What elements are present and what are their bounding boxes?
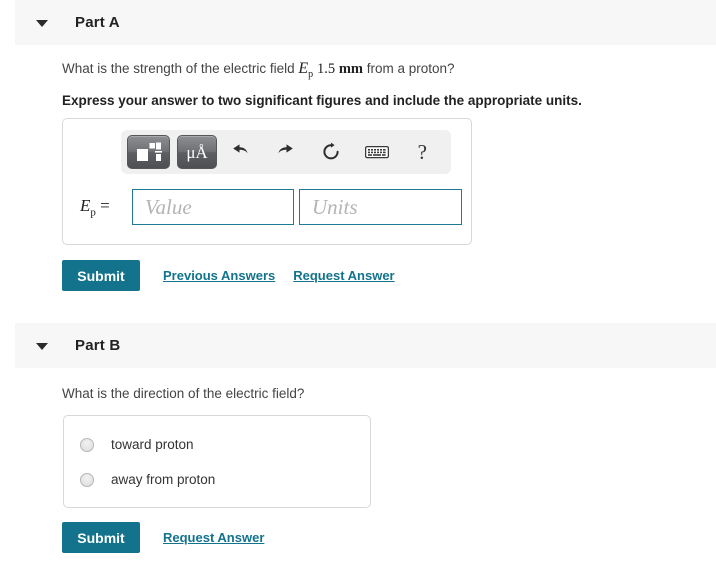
- part-a-header[interactable]: Part A: [15, 0, 716, 45]
- radio-option-label: away from proton: [111, 472, 216, 487]
- part-b-options-box: toward proton away from proton: [63, 415, 371, 508]
- part-a-instruction: Express your answer to two significant f…: [62, 93, 582, 108]
- caret-down-icon[interactable]: [36, 343, 48, 350]
- undo-button[interactable]: [224, 135, 257, 169]
- answer-label-subscript: p: [90, 206, 96, 219]
- math-template-button[interactable]: [127, 135, 171, 169]
- part-b-question: What is the direction of the electric fi…: [62, 386, 305, 401]
- part-a-answer-box: μÅ ? Ep = Value Units: [62, 118, 472, 245]
- answer-label-letter: E: [80, 195, 91, 215]
- part-b-actions: Submit Request Answer: [62, 522, 264, 553]
- part-b-submit-button[interactable]: Submit: [62, 522, 140, 553]
- part-a-submit-button[interactable]: Submit: [62, 260, 140, 291]
- question-distance: 1.5: [316, 61, 336, 77]
- answer-label-equals: =: [100, 195, 110, 215]
- answer-equation-row: Ep = Value Units: [80, 189, 462, 225]
- reset-button[interactable]: [315, 135, 348, 169]
- value-input[interactable]: Value: [132, 189, 294, 225]
- keyboard-icon: [364, 145, 389, 159]
- part-a-title: Part A: [75, 14, 120, 31]
- part-a-question: What is the strength of the electric fie…: [62, 60, 455, 84]
- radio-option-toward-proton[interactable]: toward proton: [80, 437, 194, 452]
- help-button[interactable]: ?: [406, 135, 439, 169]
- part-b-title: Part B: [75, 337, 121, 354]
- math-editor-toolbar: μÅ ?: [121, 130, 451, 174]
- mu-angstrom-icon: μÅ: [186, 142, 208, 162]
- problem-page: Part A What is the strength of the elect…: [0, 0, 716, 578]
- question-suffix: from a proton?: [366, 61, 455, 76]
- radio-option-label: toward proton: [111, 437, 194, 452]
- radio-circle-icon[interactable]: [80, 472, 94, 487]
- field-symbol-letter: E: [298, 60, 309, 77]
- part-b-request-answer-link[interactable]: Request Answer: [163, 530, 264, 545]
- field-symbol: Ep: [298, 60, 314, 81]
- redo-button[interactable]: [269, 135, 302, 169]
- part-a-actions: Submit Previous Answers Request Answer: [62, 260, 395, 291]
- units-input[interactable]: Units: [299, 189, 462, 225]
- field-symbol-subscript: p: [308, 69, 314, 81]
- reset-icon: [323, 142, 339, 160]
- undo-icon: [233, 144, 249, 154]
- redo-icon: [278, 144, 293, 154]
- caret-down-icon[interactable]: [36, 20, 48, 27]
- part-a-previous-answers-link[interactable]: Previous Answers: [163, 268, 275, 283]
- answer-equation-label: Ep =: [80, 196, 132, 218]
- part-b-header[interactable]: Part B: [15, 323, 716, 368]
- radio-option-away-from-proton[interactable]: away from proton: [80, 472, 215, 487]
- question-prefix: What is the strength of the electric fie…: [62, 61, 295, 76]
- units-button[interactable]: μÅ: [177, 135, 217, 169]
- keyboard-button[interactable]: [360, 135, 393, 169]
- question-distance-unit: mm: [338, 61, 363, 77]
- math-template-icon: [136, 142, 162, 161]
- part-a-request-answer-link[interactable]: Request Answer: [293, 268, 394, 283]
- radio-circle-icon[interactable]: [80, 437, 94, 452]
